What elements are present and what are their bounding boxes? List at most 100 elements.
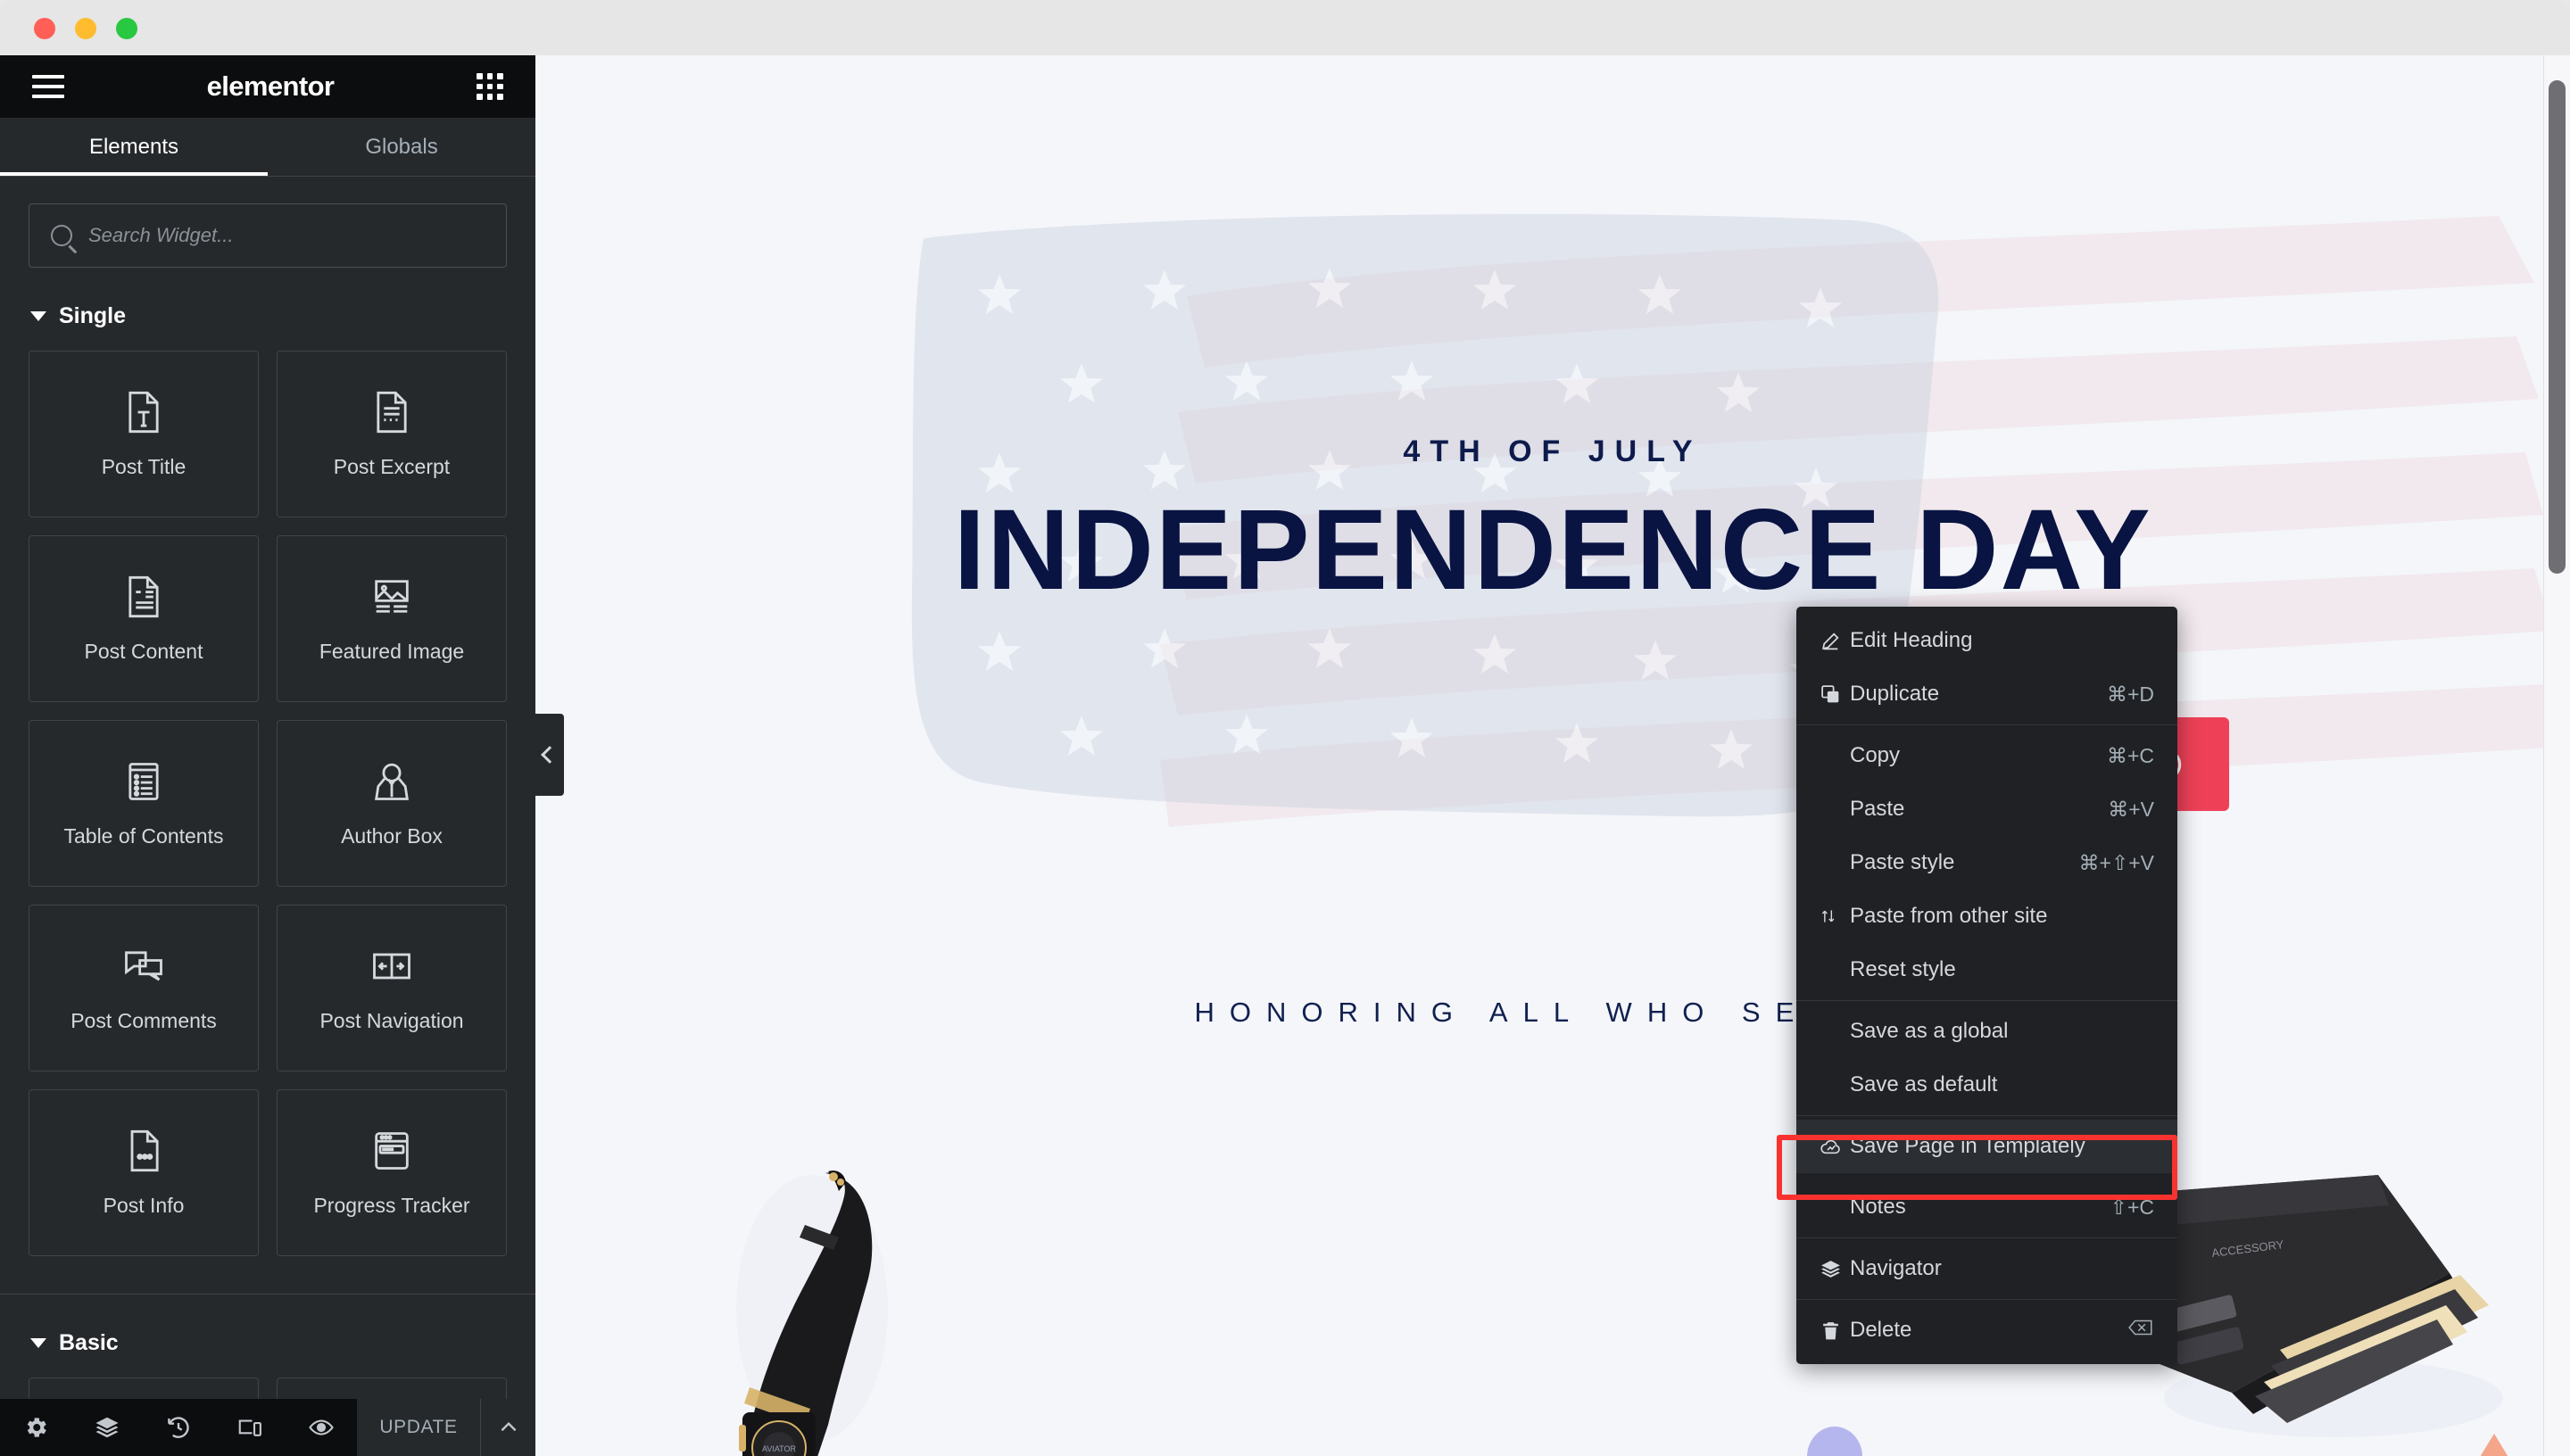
menu-item-paste-style[interactable]: Paste style ⌘+⇧+V [1796, 836, 2177, 889]
search-input[interactable] [88, 224, 485, 247]
tab-elements[interactable]: Elements [0, 118, 268, 177]
preview-icon[interactable] [286, 1399, 357, 1456]
grid9-icon[interactable] [476, 73, 503, 100]
author-box-icon [369, 758, 415, 805]
hamburger-icon[interactable] [32, 75, 64, 98]
update-button[interactable]: UPDATE [357, 1399, 480, 1456]
widget-post-navigation[interactable]: Post Navigation [277, 905, 507, 1071]
widget-label: Featured Image [319, 640, 465, 663]
widget-author-box[interactable]: Author Box [277, 720, 507, 887]
collapse-panel-handle[interactable] [535, 714, 564, 796]
menu-item-shortcut: ⌘+⇧+V [2078, 850, 2154, 874]
settings-icon[interactable] [0, 1399, 71, 1456]
canvas-scrollbar-thumb[interactable] [2549, 80, 2566, 574]
search-icon [51, 225, 72, 246]
progress-tracker-icon [369, 1128, 415, 1174]
search-widget-box[interactable] [29, 203, 507, 268]
menu-item-shortcut: ⌘+V [2108, 797, 2154, 821]
post-info-icon [120, 1128, 167, 1174]
widget-label: Post Navigation [319, 1009, 464, 1032]
history-icon[interactable] [143, 1399, 214, 1456]
menu-item-shortcut: ⌘+D [2106, 682, 2154, 706]
section-title-basic: Basic [59, 1330, 119, 1355]
widget-table-of-contents[interactable]: Table of Contents [29, 720, 259, 887]
layers-icon [1820, 1258, 1850, 1280]
menu-item-label: Paste [1850, 797, 1905, 821]
menu-item-shortcut: ⌘+C [2106, 743, 2154, 767]
widget-label: Author Box [341, 824, 443, 848]
product-row: AVIATOR ACCESSORY [535, 1171, 2570, 1456]
menu-item-label: Reset style [1850, 957, 1956, 981]
context-menu-group: Copy ⌘+C Paste ⌘+V Paste style ⌘+⇧+V Pas… [1796, 725, 2177, 1000]
transfer-icon [1820, 906, 1850, 926]
peach-triangle-decoration [2445, 1434, 2543, 1456]
post-excerpt-icon [369, 389, 415, 435]
widget-post-excerpt[interactable]: Post Excerpt [277, 351, 507, 517]
context-menu: Edit Heading Duplicate ⌘+D Copy ⌘+C Past… [1796, 607, 2177, 1364]
widget-label: Post Info [103, 1194, 185, 1217]
menu-item-shortcut [2127, 1318, 2154, 1343]
widget-label: Table of Contents [63, 824, 224, 848]
minimize-window-button[interactable] [75, 18, 96, 39]
hero-subtext: HONORING ALL WHO SERVE [1194, 997, 1911, 1028]
menu-item-save-page-in-templately[interactable]: Save Page in Templately [1796, 1120, 2177, 1173]
chevron-up-icon[interactable] [480, 1399, 535, 1456]
maximize-window-button[interactable] [116, 18, 137, 39]
section-header-basic[interactable]: Basic [0, 1295, 535, 1356]
menu-item-paste[interactable]: Paste ⌘+V [1796, 782, 2177, 836]
navigator-icon[interactable] [71, 1399, 143, 1456]
page-title[interactable]: INDEPENDENCE DAY [535, 487, 2570, 614]
context-menu-group: Navigator [1796, 1238, 2177, 1299]
menu-item-save-as-default[interactable]: Save as default [1796, 1058, 2177, 1112]
table-of-contents-icon [120, 758, 167, 805]
post-title-icon [120, 389, 167, 435]
canvas-scrollbar-track[interactable] [2543, 55, 2570, 1456]
menu-item-save-as-a-global[interactable]: Save as a global [1796, 1005, 2177, 1058]
duplicate-icon [1820, 683, 1850, 706]
pencil-icon [1820, 630, 1850, 652]
section-header-single[interactable]: Single [0, 268, 535, 329]
widget-progress-tracker[interactable]: Progress Tracker [277, 1089, 507, 1256]
featured-image-icon [369, 574, 415, 620]
menu-item-label: Copy [1850, 743, 1901, 767]
traffic-lights [34, 18, 137, 39]
widget-grid-single: Post Title Post Excerpt Post Content Fea… [0, 329, 535, 1256]
panel-body: Single Post Title [0, 177, 535, 1456]
context-menu-group: Save as a global Save as default [1796, 1001, 2177, 1115]
menu-item-navigator[interactable]: Navigator [1796, 1242, 2177, 1295]
widget-featured-image[interactable]: Featured Image [277, 535, 507, 702]
widget-post-title[interactable]: Post Title [29, 351, 259, 517]
menu-item-copy[interactable]: Copy ⌘+C [1796, 729, 2177, 782]
menu-item-label: Edit Heading [1850, 628, 1973, 652]
menu-item-paste-from-other-site[interactable]: Paste from other site [1796, 889, 2177, 943]
menu-item-delete[interactable]: Delete [1796, 1303, 2177, 1357]
menu-item-label: Save Page in Templately [1850, 1134, 2085, 1158]
close-window-button[interactable] [34, 18, 55, 39]
window-titlebar [0, 0, 2570, 55]
responsive-mode-icon[interactable] [214, 1399, 286, 1456]
editor-canvas: 4TH OF JULY INDEPENDENCE DAY Shop Now HO… [535, 55, 2570, 1456]
section-title-single: Single [59, 303, 127, 328]
tab-globals[interactable]: Globals [268, 118, 535, 177]
menu-item-notes[interactable]: Notes ⇧+C [1796, 1180, 2177, 1234]
footer-tools [0, 1399, 357, 1456]
widget-post-info[interactable]: Post Info [29, 1089, 259, 1256]
menu-item-edit-heading[interactable]: Edit Heading [1796, 614, 2177, 667]
context-menu-group: Save Page in Templately [1796, 1116, 2177, 1177]
caret-down-icon [30, 311, 46, 321]
widget-label: Post Content [84, 640, 203, 663]
hero-eyebrow: 4TH OF JULY [1403, 434, 1703, 468]
caret-down-icon [30, 1338, 46, 1348]
menu-item-reset-style[interactable]: Reset style [1796, 943, 2177, 997]
menu-item-label: Paste style [1850, 850, 1955, 874]
widget-label: Post Comments [70, 1009, 217, 1032]
wallet-image: ACCESSORY [2146, 1175, 2503, 1437]
menu-item-label: Notes [1850, 1195, 1906, 1219]
widget-post-content[interactable]: Post Content [29, 535, 259, 702]
menu-item-duplicate[interactable]: Duplicate ⌘+D [1796, 667, 2177, 721]
widget-post-comments[interactable]: Post Comments [29, 905, 259, 1071]
elementor-logo: elementor [206, 70, 335, 102]
menu-item-label: Delete [1850, 1318, 1912, 1342]
context-menu-group: Delete [1796, 1300, 2177, 1361]
panel-header: elementor [0, 55, 535, 118]
